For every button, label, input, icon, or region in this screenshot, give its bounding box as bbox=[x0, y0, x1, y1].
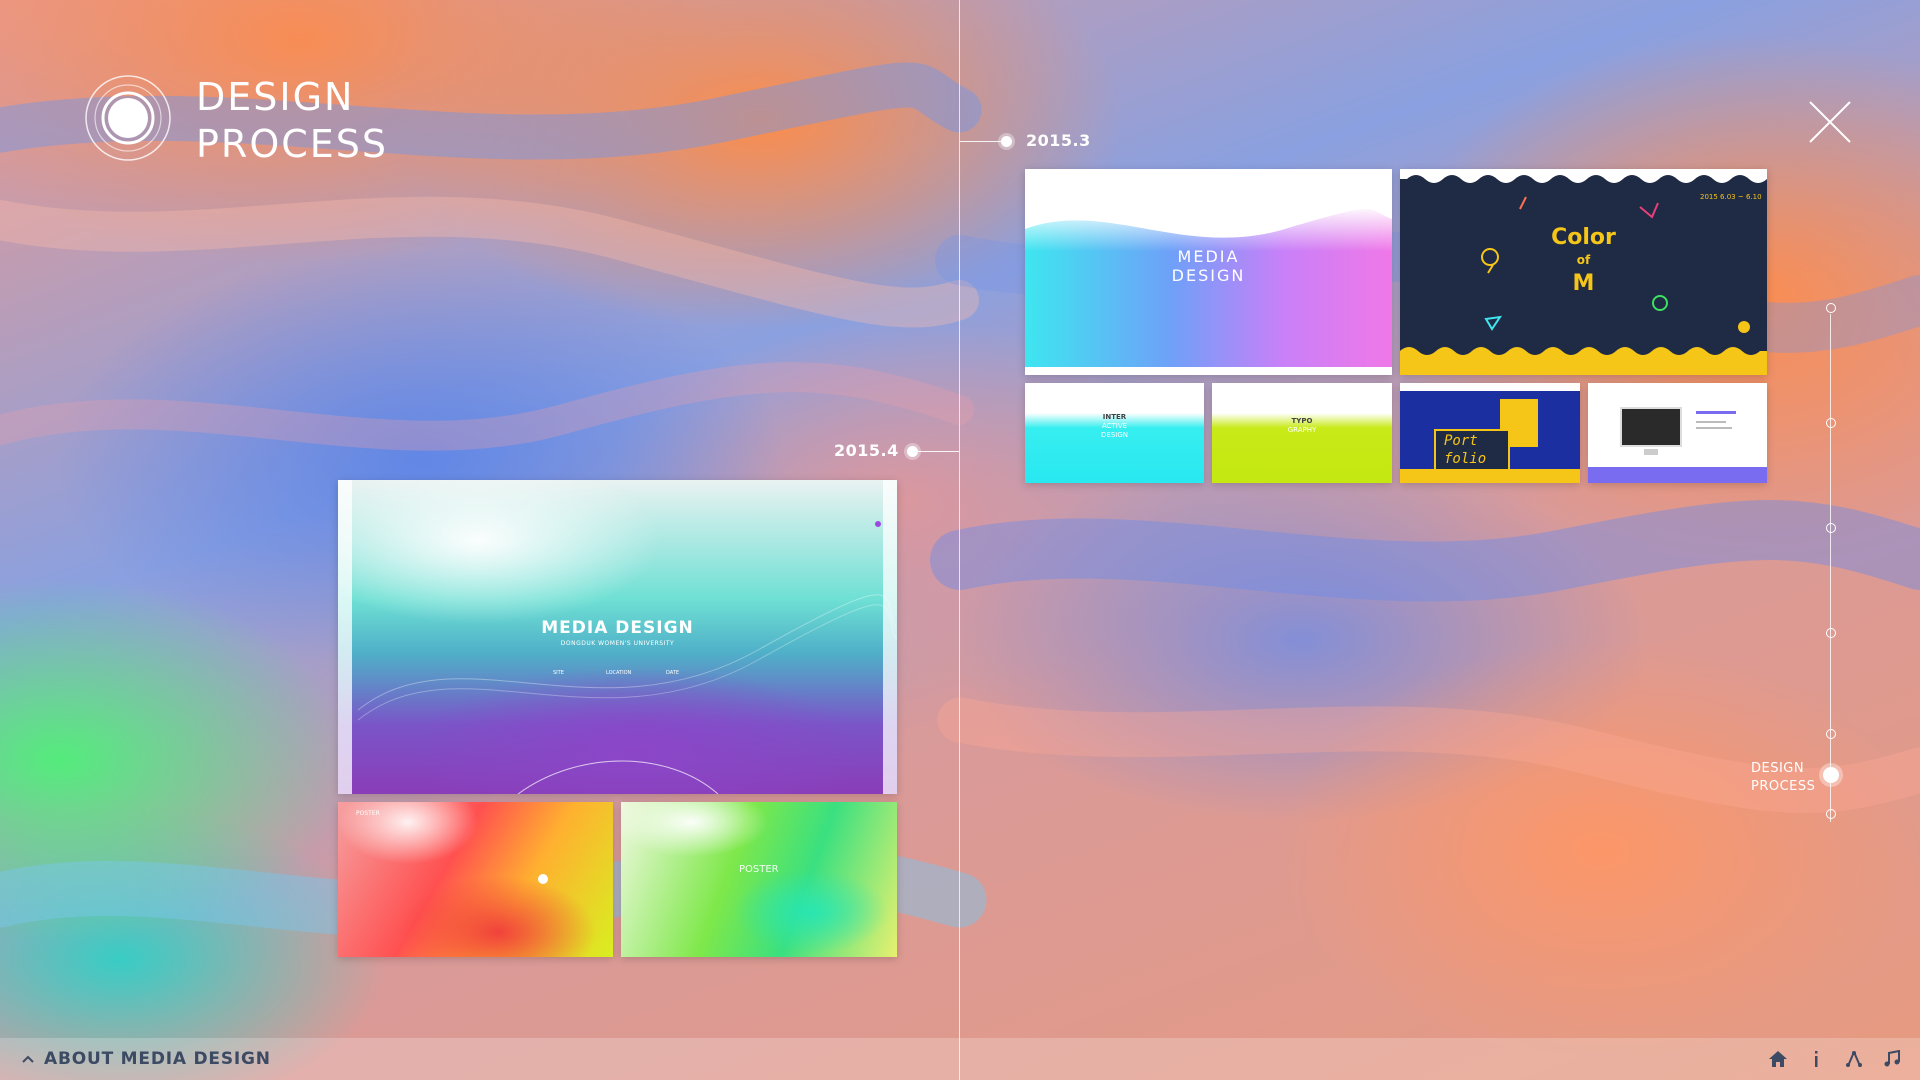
home-icon[interactable] bbox=[1768, 1049, 1788, 1069]
timeline-divider bbox=[959, 0, 960, 1080]
footer-bar: ABOUT MEDIA DESIGN bbox=[0, 1038, 1920, 1080]
project-thumbnail-color-of-m[interactable]: Color of M 2015 6.03 ~ 6.10 bbox=[1400, 169, 1767, 375]
project-thumbnail-poster-1[interactable]: POSTER bbox=[338, 802, 613, 957]
avatar bbox=[538, 874, 548, 884]
music-icon[interactable] bbox=[1882, 1049, 1902, 1069]
page-title-line2: PROCESS bbox=[196, 122, 389, 166]
thumb-line2: of bbox=[1576, 253, 1591, 267]
project-thumbnail-exhibition-page[interactable] bbox=[1588, 383, 1767, 483]
side-nav-label-line2: PROCESS bbox=[1751, 779, 1816, 794]
project-thumbnail-media-design-2015-3[interactable]: MEDIA DESIGN bbox=[1025, 169, 1392, 375]
project-thumbnail-media-design-2015-4[interactable]: MEDIA DESIGN DONGDUK WOMEN'S UNIVERSITY … bbox=[338, 480, 897, 794]
timeline-connector-left bbox=[915, 451, 959, 452]
footer-icon-group bbox=[1768, 1038, 1902, 1080]
project-thumbnail-poster-2[interactable]: POSTER bbox=[621, 802, 897, 957]
thumb-date: 2015 6.03 ~ 6.10 bbox=[1700, 193, 1762, 201]
thumb-title-line1: MEDIA bbox=[1177, 247, 1240, 266]
close-icon[interactable] bbox=[1808, 100, 1852, 144]
about-media-design-link[interactable]: ABOUT MEDIA DESIGN bbox=[22, 1038, 271, 1080]
project-thumbnail-portfolio[interactable]: Port folio bbox=[1400, 383, 1580, 483]
thumb-title-line2: DESIGN bbox=[1171, 266, 1246, 285]
timeline-date-2015-4: 2015.4 bbox=[834, 441, 899, 460]
chevron-up-icon bbox=[22, 1055, 34, 1063]
side-nav-dot-4[interactable] bbox=[1826, 628, 1836, 638]
thumb-line2: GRAPHY bbox=[1287, 426, 1317, 434]
timeline-connector-right bbox=[960, 141, 1004, 142]
thumb-line1: Port bbox=[1444, 433, 1478, 449]
page-title: DESIGN PROCESS bbox=[196, 74, 388, 168]
thumb-line1: INTER bbox=[1102, 413, 1127, 421]
thumb-line1: TYPO bbox=[1291, 417, 1313, 425]
about-label: ABOUT MEDIA DESIGN bbox=[44, 1049, 271, 1069]
project-thumbnail-interactive-design[interactable]: INTER ACTIVE DESIGN bbox=[1025, 383, 1204, 483]
info-icon[interactable] bbox=[1806, 1049, 1826, 1069]
project-thumbnail-typography[interactable]: TYPO GRAPHY bbox=[1212, 383, 1392, 483]
thumb-label: POSTER bbox=[356, 810, 380, 817]
logo-circle-icon bbox=[85, 75, 171, 161]
side-nav-active-label: DESIGN PROCESS bbox=[1751, 760, 1815, 796]
side-nav-dot-7[interactable] bbox=[1826, 809, 1836, 819]
thumb-line2: ACTIVE bbox=[1101, 422, 1128, 430]
page-title-line1: DESIGN bbox=[196, 75, 355, 119]
thumb-label: POSTER bbox=[739, 864, 779, 875]
thumb-line3: DESIGN bbox=[1101, 431, 1128, 439]
side-nav-dot-5[interactable] bbox=[1826, 729, 1836, 739]
thumb-line2: folio bbox=[1444, 451, 1487, 467]
side-nav-label-line1: DESIGN bbox=[1751, 761, 1805, 776]
timeline-dot-right bbox=[1001, 136, 1012, 147]
thumb-line1: Color bbox=[1551, 225, 1616, 250]
timeline-date-2015-3: 2015.3 bbox=[1026, 131, 1091, 150]
side-nav-dot-1[interactable] bbox=[1826, 303, 1836, 313]
side-nav-dot-2[interactable] bbox=[1826, 418, 1836, 428]
side-nav-dot-design-process[interactable] bbox=[1823, 767, 1839, 783]
share-icon[interactable] bbox=[1844, 1049, 1864, 1069]
thumb-line3: M bbox=[1572, 271, 1595, 296]
side-nav-dot-3[interactable] bbox=[1826, 523, 1836, 533]
side-nav-track bbox=[1830, 314, 1831, 822]
